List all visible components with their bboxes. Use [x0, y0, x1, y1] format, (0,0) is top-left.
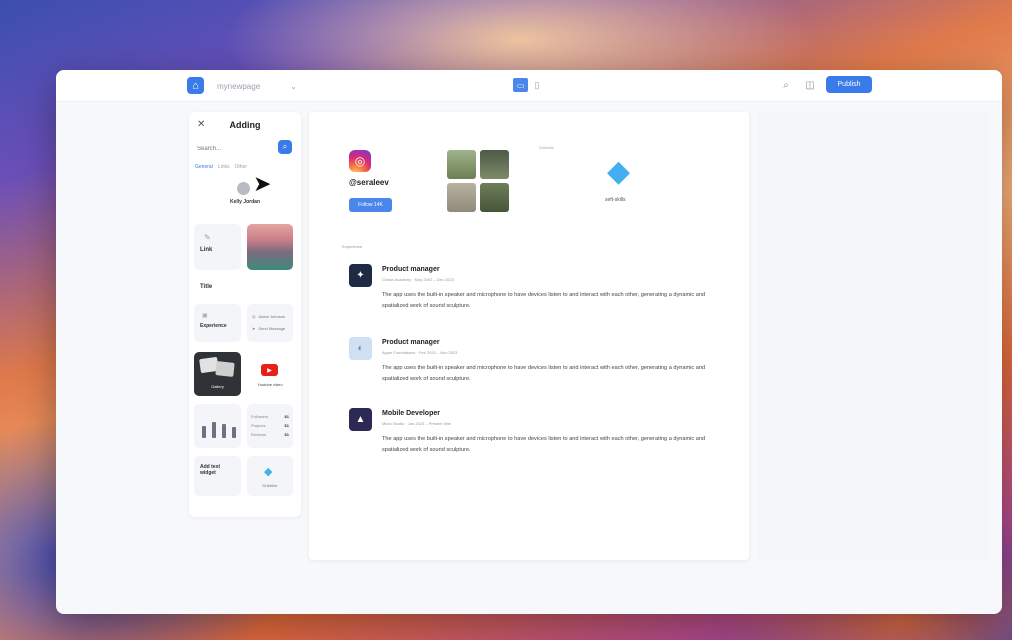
- instagram-photo[interactable]: [447, 183, 476, 212]
- person-figure: [232, 427, 236, 438]
- job-description: The app uses the built-in speaker and mi…: [382, 436, 706, 453]
- user-icon: ◎: [252, 314, 256, 319]
- instagram-icon: ◎: [349, 150, 371, 172]
- send-icon: ➤: [252, 326, 256, 331]
- job-meta: Apple Foundations · Feb 2020 – Nov 2023: [382, 350, 458, 355]
- stat-row: Projects $1: [251, 423, 289, 428]
- dribbble-widget-card[interactable]: ◆ Dribbble: [247, 456, 293, 496]
- link-widget-card[interactable]: ✎ Link: [194, 224, 241, 270]
- contact-row: ➤ Send Message: [252, 326, 285, 331]
- stat-value: $1: [284, 414, 289, 419]
- title-widget[interactable]: Title: [200, 284, 212, 290]
- contact-action: Send Message: [258, 326, 286, 331]
- publish-button[interactable]: Publish: [826, 76, 872, 93]
- stat-label: Followers: [251, 414, 269, 419]
- tab-general[interactable]: General: [195, 164, 213, 170]
- text-widget-card[interactable]: Add text widget: [194, 456, 241, 496]
- stat-row: Followers $1: [251, 414, 289, 419]
- image-widget-card[interactable]: [247, 224, 293, 270]
- page-name: mynewpage: [217, 81, 261, 91]
- adding-panel: ✕ Adding ⌕ General Links Other Kelly Jor…: [189, 112, 301, 517]
- stat-value: $1: [284, 432, 289, 437]
- instagram-photo[interactable]: [480, 183, 509, 212]
- right-empty-area: [758, 112, 988, 560]
- link-icon: ✎: [204, 233, 211, 242]
- gallery-label: Gallery: [211, 384, 224, 389]
- contact-row: ◎ Adam Johnson: [252, 314, 285, 319]
- stat-label: Projects: [251, 423, 266, 428]
- company-logo-icon: ✦: [349, 264, 372, 287]
- job-meta: Chase Academy · May 2002 – Dec 2023: [382, 277, 454, 282]
- job-title: Product manager: [382, 266, 440, 273]
- section-label: Experience: [342, 244, 363, 249]
- dribbble-widget-title: Dribbble: [539, 145, 554, 150]
- contact-widget-card[interactable]: ◎ Adam Johnson ➤ Send Message: [247, 304, 293, 342]
- person-figure: [202, 426, 206, 438]
- dribbble-diamond-icon: ◆: [607, 155, 631, 188]
- experience-widget-card[interactable]: ▣ Experience: [194, 304, 241, 342]
- people-widget-card[interactable]: [194, 404, 241, 448]
- top-toolbar: ⌂ mynewpage ⌄ ▭ ▯ ⌕ ◫ Publish: [56, 70, 1002, 102]
- person-figure: [212, 422, 216, 438]
- tab-links[interactable]: Links: [218, 164, 230, 170]
- search-icon[interactable]: ⌕: [278, 140, 292, 154]
- profile-name: Kelly Jordan: [229, 199, 260, 205]
- youtube-label: Youtube video: [257, 382, 283, 387]
- briefcase-icon: ▣: [202, 313, 208, 319]
- text-widget-label: Add text widget: [200, 464, 220, 476]
- gallery-widget-card[interactable]: Gallery: [194, 352, 241, 396]
- chevron-down-icon: ⌄: [290, 81, 297, 91]
- job-meta: Micro Studio · Jun 2023 – Present time: [382, 421, 452, 426]
- stats-widget-card[interactable]: Followers $1 Projects $1 Reviews $1: [247, 404, 293, 448]
- stat-row: Reviews $1: [251, 432, 289, 437]
- youtube-play-icon: ▶: [261, 364, 278, 376]
- avatar: [237, 182, 250, 195]
- job-description: The app uses the built-in speaker and mi…: [382, 365, 706, 382]
- home-icon[interactable]: ⌂: [187, 77, 204, 94]
- category-tabs: General Links Other: [195, 164, 247, 170]
- profile-widget-card[interactable]: Kelly Jordan: [193, 174, 297, 214]
- youtube-widget-card[interactable]: ▶ Youtube video: [247, 352, 293, 396]
- stat-value: $1: [284, 423, 289, 428]
- link-label: Link: [200, 247, 213, 253]
- mouse-pointer-icon: ➤: [253, 171, 272, 196]
- dribbble-username: seft-skills: [605, 197, 626, 203]
- company-logo-icon: ▲: [349, 408, 372, 431]
- app-window: ⌂ mynewpage ⌄ ▭ ▯ ⌕ ◫ Publish ✕ Adding ⌕…: [56, 70, 1002, 614]
- instagram-handle: @seraleev: [349, 178, 389, 187]
- job-title: Product manager: [382, 339, 440, 346]
- dribbble-diamond-icon: ◆: [264, 466, 273, 478]
- dribbble-label: Dribbble: [262, 483, 278, 488]
- desktop-view-icon[interactable]: ▭: [513, 78, 528, 92]
- experience-label: Experience: [200, 323, 227, 329]
- search-icon[interactable]: ⌕: [780, 79, 792, 91]
- follow-button[interactable]: Follow 14K: [349, 198, 392, 212]
- instagram-photo[interactable]: [447, 150, 476, 179]
- page-canvas: ◎ @seraleev Follow 14K Dribbble ◆ seft-s…: [309, 112, 749, 560]
- contact-name: Adam Johnson: [258, 314, 286, 319]
- gallery-photo: [215, 361, 235, 377]
- preview-icon[interactable]: ◫: [804, 79, 816, 91]
- person-figure: [222, 424, 226, 438]
- tab-other[interactable]: Other: [234, 164, 247, 170]
- instagram-photo[interactable]: [480, 150, 509, 179]
- page-selector[interactable]: mynewpage ⌄: [217, 80, 297, 92]
- job-description: The app uses the built-in speaker and mi…: [382, 292, 706, 309]
- job-title: Mobile Developer: [382, 410, 440, 417]
- stat-label: Reviews: [251, 432, 267, 437]
- mobile-view-icon[interactable]: ▯: [532, 78, 542, 92]
- company-logo-icon: ◐: [349, 337, 372, 360]
- search-input[interactable]: [197, 142, 277, 155]
- panel-title: Adding: [229, 120, 261, 130]
